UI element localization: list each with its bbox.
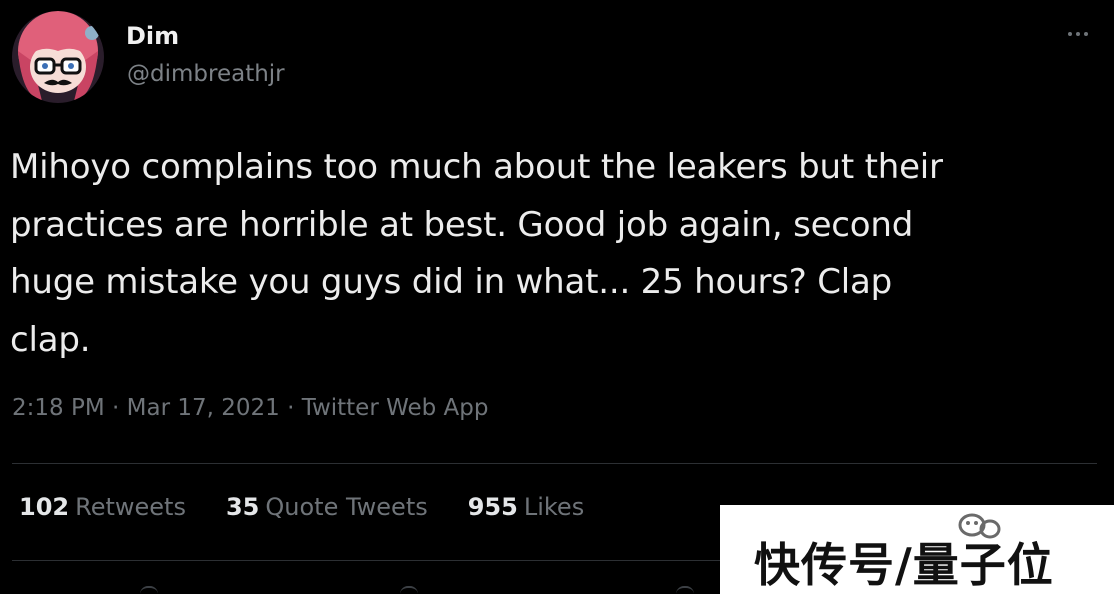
tweet-source[interactable]: Twitter Web App (302, 395, 489, 421)
meta-separator: · (279, 395, 302, 421)
retweets-label: Retweets (75, 493, 186, 521)
likes-count: 955 (467, 493, 518, 521)
likes-label: Likes (523, 493, 585, 521)
more-dots-icon (1068, 32, 1072, 36)
quote-tweets-stat[interactable]: 35 Quote Tweets (226, 493, 428, 521)
tweet-time[interactable]: 2:18 PM (12, 395, 105, 421)
tweet-text-line: Mihoyo complains too much about the leak… (10, 147, 943, 187)
tweet-meta: 2:18 PM · Mar 17, 2021 · Twitter Web App (12, 395, 489, 421)
more-dots-icon (1076, 32, 1080, 36)
divider (12, 463, 1097, 464)
avatar[interactable] (12, 11, 104, 103)
quote-tweets-count: 35 (225, 493, 260, 521)
watermark: 快传号/量子位 (720, 505, 1114, 594)
retweets-count: 102 (19, 493, 70, 521)
quote-tweets-label: Quote Tweets (265, 493, 428, 521)
tweet-text-line: clap. (10, 319, 91, 360)
tweet-text: Mihoyo complains too much about the leak… (10, 139, 1100, 369)
user-handle[interactable]: @dimbreathjr (127, 61, 285, 87)
likes-stat[interactable]: 955 Likes (468, 493, 584, 521)
more-button[interactable] (1060, 24, 1096, 44)
meta-separator: · (104, 395, 127, 421)
more-dots-icon (1084, 32, 1088, 36)
tweet-card: Dim @dimbreathjr Mihoyo complains too mu… (0, 0, 1114, 594)
watermark-text: 快传号/量子位 (754, 538, 1054, 592)
tweet-text-line: practices are horrible at best. Good job… (10, 204, 914, 245)
retweet-icon[interactable] (400, 586, 418, 594)
tweet-text-line: huge mistake you guys did in what... 25 … (10, 262, 893, 302)
reply-icon[interactable] (140, 586, 158, 594)
retweets-stat[interactable]: 102 Retweets (19, 493, 186, 521)
tweet-date[interactable]: Mar 17, 2021 (127, 395, 280, 421)
user-name[interactable]: Dim (126, 22, 179, 50)
like-icon[interactable] (676, 586, 694, 594)
avatar-image (12, 11, 104, 103)
tweet-stats: 102 Retweets 35 Quote Tweets 955 Likes (19, 493, 624, 521)
